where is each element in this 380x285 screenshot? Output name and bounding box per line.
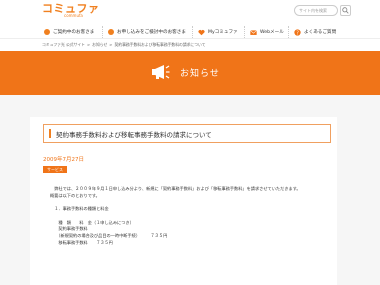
banner-heading: お知らせ <box>152 65 220 79</box>
mail-icon <box>250 29 257 35</box>
heart-icon <box>198 29 205 35</box>
nav-item-label: Webメール <box>260 30 284 35</box>
nav-item-label: ご契約中のお客さま <box>53 30 95 35</box>
breadcrumb: コミュファ光 公式サイト > お知らせ > 契約事務手数料および移転事務手数料の請求につ… <box>42 42 206 48</box>
breadcrumb-current: 契約事務手数料および移転事務手数料の請求について <box>114 42 206 47</box>
orange-dot-icon <box>44 29 50 35</box>
nav-item-my-commufa[interactable]: Myコミュファ <box>192 26 244 38</box>
nav-item-label: よくあるご質問 <box>304 30 337 35</box>
article-title-box: 契約事務手数料および移転事務手数料の請求について <box>43 124 331 143</box>
article-title: 契約事務手数料および移転事務手数料の請求について <box>56 130 212 139</box>
article-date: 2009年7月27日 <box>43 157 84 163</box>
nav-item-faq[interactable]: ? よくあるご質問 <box>288 26 338 38</box>
megaphone-icon <box>152 65 170 79</box>
logo[interactable]: コミュファ commufa <box>42 3 100 18</box>
search-icon <box>342 7 349 14</box>
page-title: お知らせ <box>180 68 220 79</box>
nav-item-webmail[interactable]: Webメール <box>244 26 288 38</box>
page-banner: お知らせ <box>0 51 380 95</box>
site-header: コミュファ commufa サイト内を検索 <box>0 0 380 22</box>
nav-divider <box>0 38 380 39</box>
breadcrumb-separator: > <box>86 42 91 47</box>
search-input[interactable]: サイト内を検索 <box>294 5 338 16</box>
nav-item-prospective-customers[interactable]: お申し込みをご検討中のお客さま <box>102 26 192 38</box>
article-body: 弊社では、２００９年９月１日申し込み分より、新規に「契約事務手数料」および「移転… <box>50 186 301 245</box>
orange-dot-icon <box>108 29 114 35</box>
main-nav: ご契約中のお客さま お申し込みをご検討中のお客さま Myコミュファ Webメール… <box>42 26 338 38</box>
breadcrumb-link-home[interactable]: コミュファ光 公式サイト <box>42 42 85 47</box>
breadcrumb-separator: > <box>109 42 113 47</box>
nav-item-current-customers[interactable]: ご契約中のお客さま <box>42 26 102 38</box>
title-accent-bar <box>49 129 51 138</box>
svg-text:?: ? <box>296 30 299 36</box>
question-icon: ? <box>294 28 301 36</box>
logo-subtext: commufa <box>64 13 83 18</box>
search-button[interactable] <box>340 5 351 16</box>
nav-item-label: Myコミュファ <box>208 30 238 35</box>
breadcrumb-link-news[interactable]: お知らせ <box>92 42 107 47</box>
category-badge: サービス <box>43 166 67 173</box>
nav-item-label: お申し込みをご検討中のお客さま <box>117 30 186 35</box>
